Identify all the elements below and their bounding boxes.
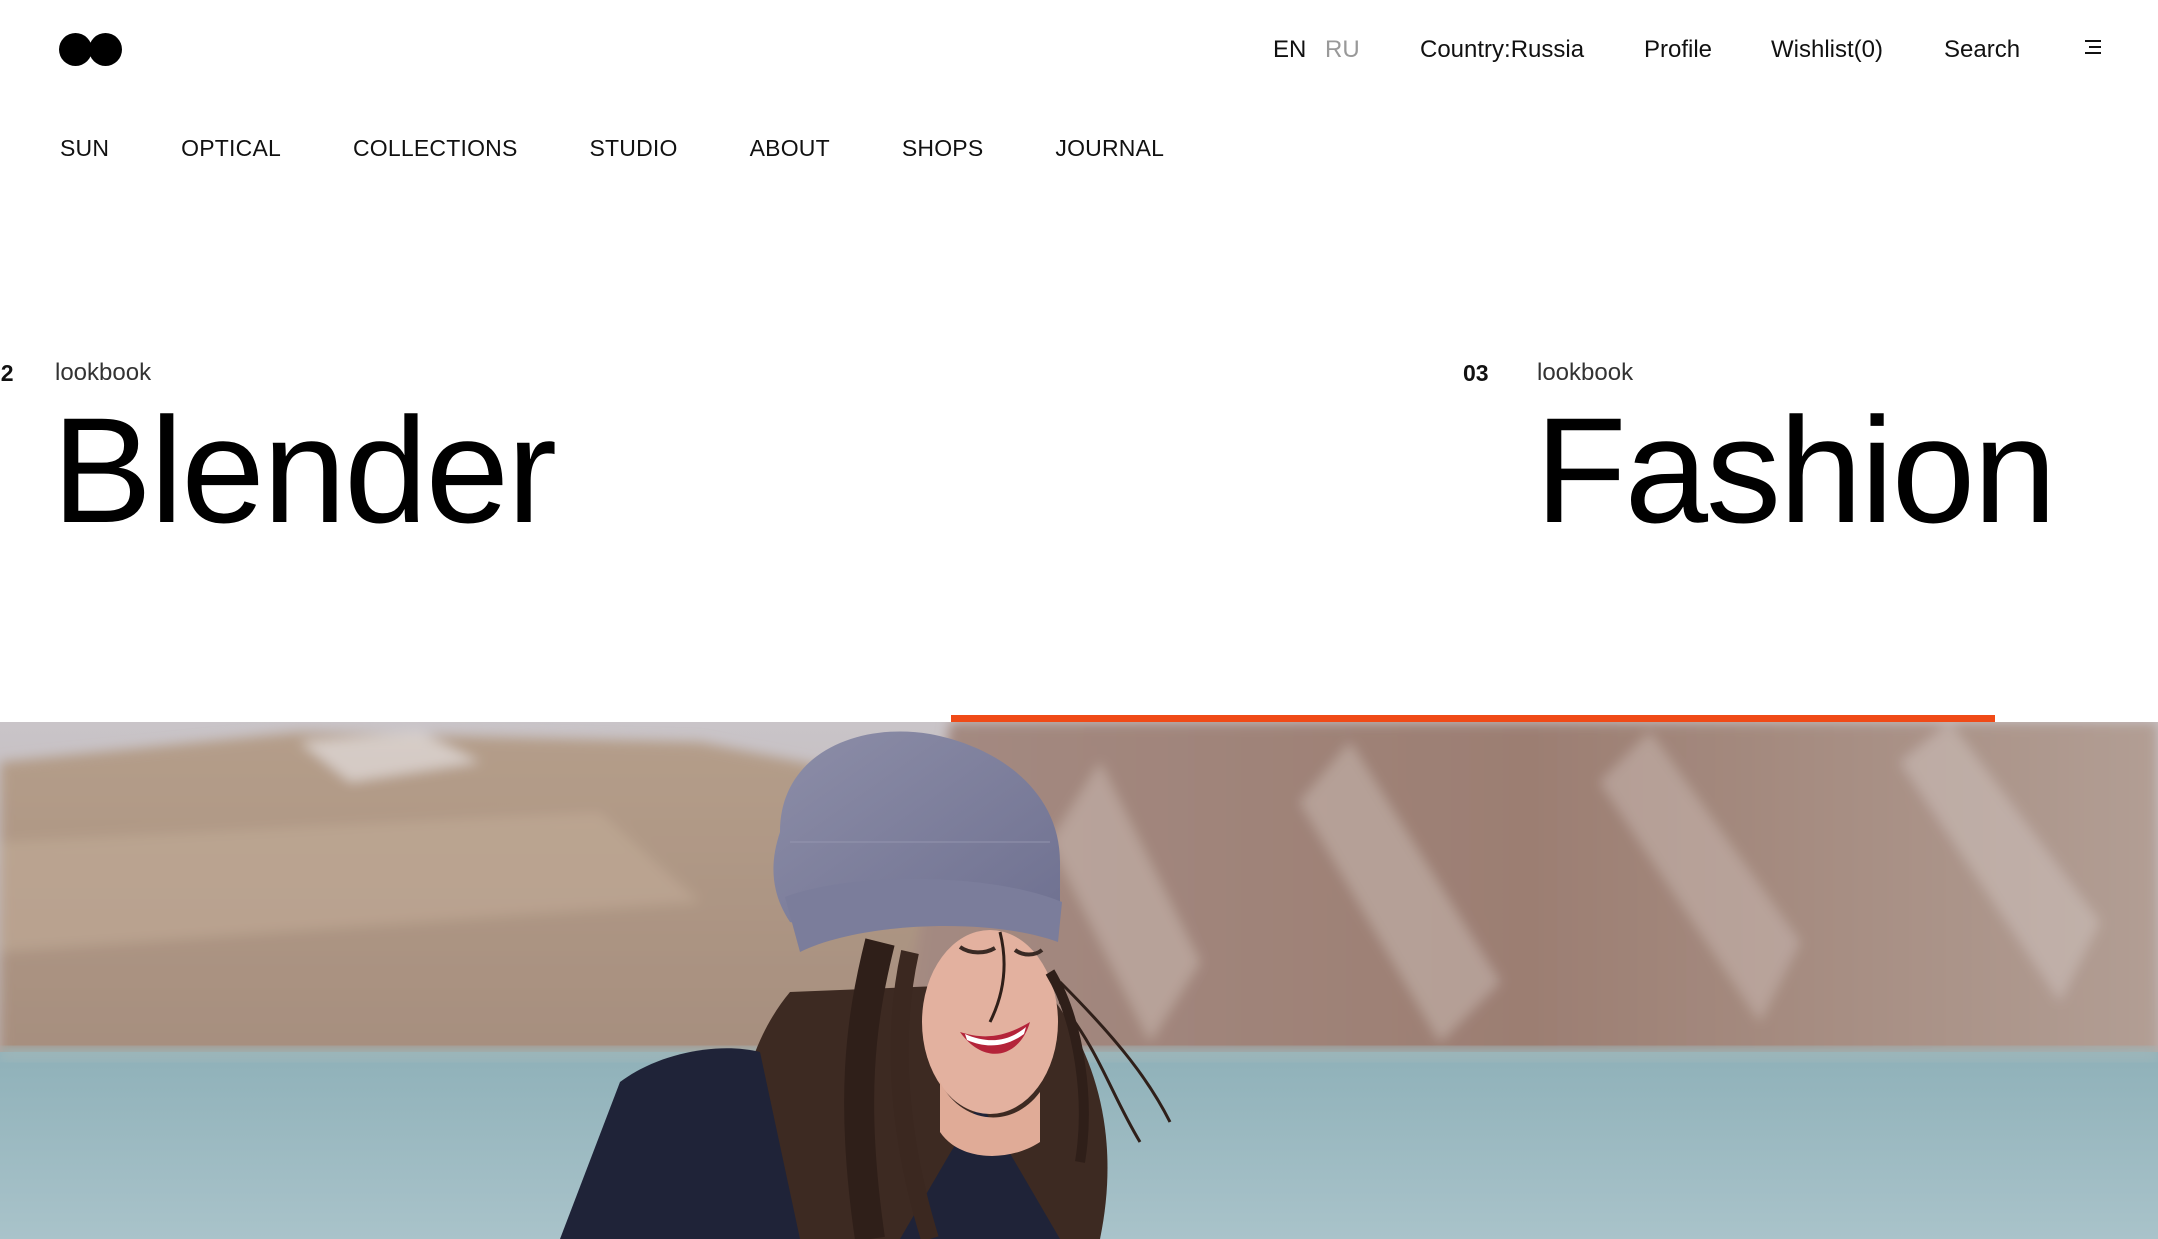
nav-item-collections[interactable]: COLLECTIONS: [353, 133, 518, 163]
country-selector[interactable]: Country:Russia: [1420, 33, 1584, 67]
slider-progress-bar: [951, 715, 1995, 722]
language-ru-link[interactable]: RU: [1325, 33, 1360, 67]
wishlist-link[interactable]: Wishlist(0): [1771, 33, 1883, 67]
nav-item-shops[interactable]: SHOPS: [902, 133, 984, 163]
nav-item-sun[interactable]: SUN: [60, 133, 109, 163]
main-navigation: SUN OPTICAL COLLECTIONS STUDIO ABOUT SHO…: [60, 133, 1236, 163]
logo-right-dot: [89, 33, 122, 66]
search-link[interactable]: Search: [1944, 33, 2020, 67]
nav-item-journal[interactable]: JOURNAL: [1055, 133, 1164, 163]
hero-image: [0, 722, 2158, 1239]
hamburger-menu-icon[interactable]: [2081, 40, 2101, 56]
hero-photo-illustration: [0, 722, 2158, 1239]
next-slide-kicker[interactable]: lookbook: [1537, 358, 1633, 388]
brand-logo[interactable]: [59, 33, 123, 66]
next-slide-number: 03: [1463, 360, 1489, 386]
prev-slide-kicker[interactable]: lookbook: [55, 358, 151, 388]
nav-item-studio[interactable]: STUDIO: [590, 133, 678, 163]
nav-item-about[interactable]: ABOUT: [750, 133, 830, 163]
logo-left-dot: [59, 33, 92, 66]
prev-slide-number: 02: [0, 360, 14, 386]
page: EN RU Country:Russia Profile Wishlist(0)…: [0, 0, 2158, 1239]
profile-link[interactable]: Profile: [1644, 33, 1712, 67]
prev-slide-title[interactable]: Blender: [52, 390, 557, 550]
next-slide-title[interactable]: Fashion: [1535, 390, 2057, 550]
nav-item-optical[interactable]: OPTICAL: [181, 133, 281, 163]
language-en-link[interactable]: EN: [1273, 33, 1306, 67]
